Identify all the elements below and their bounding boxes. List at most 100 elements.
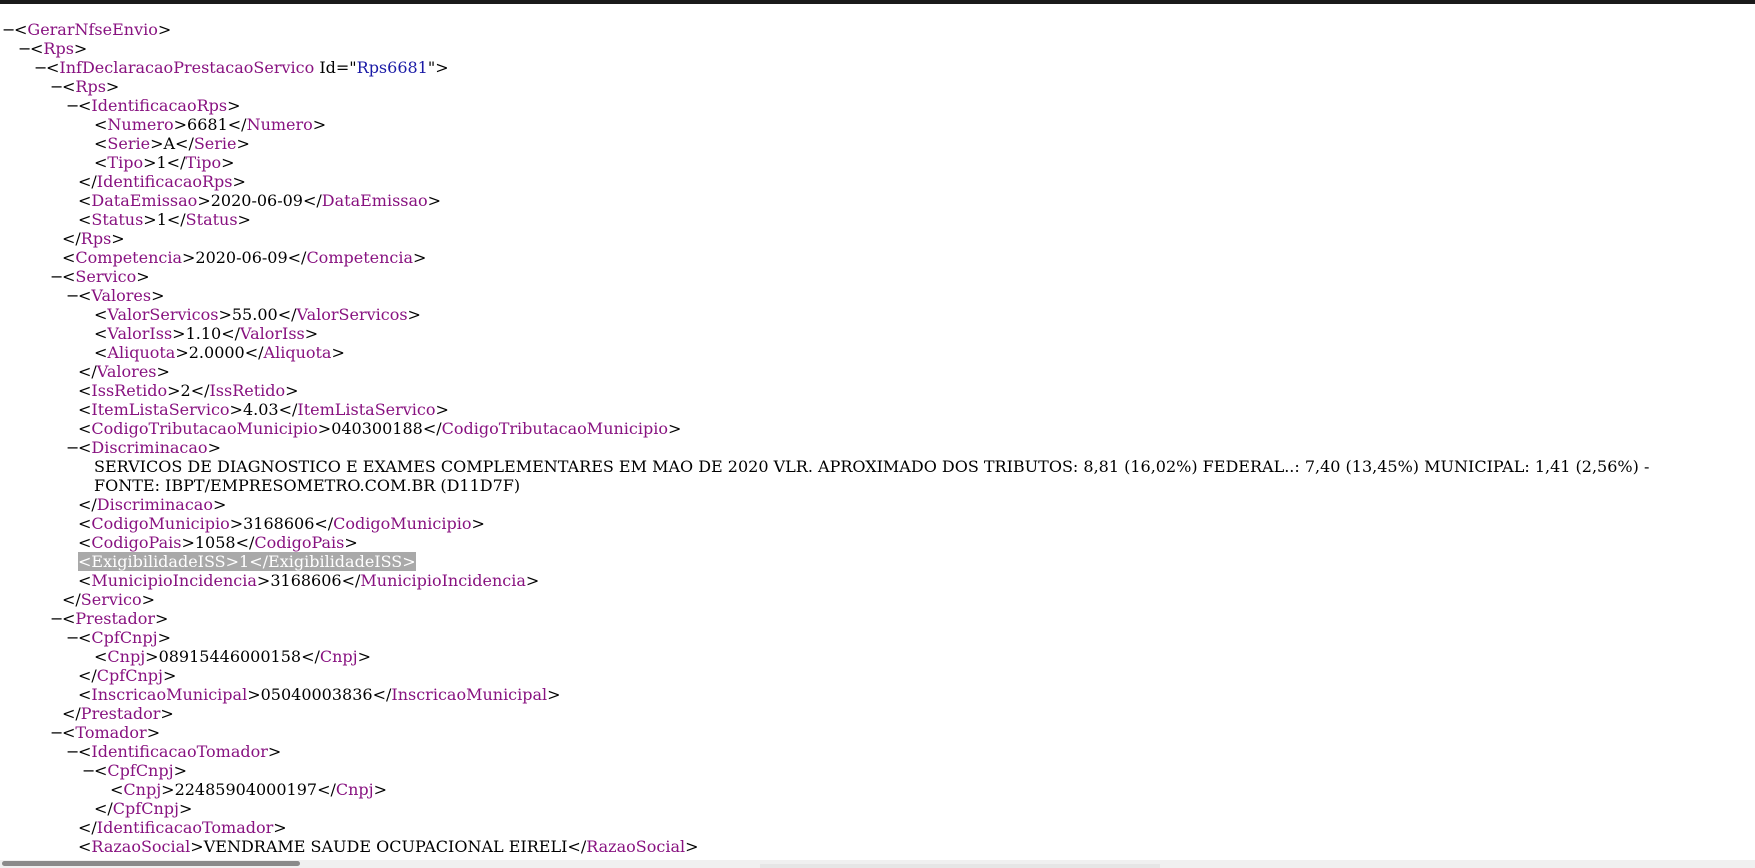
collapse-toggle-icon[interactable]: − — [50, 267, 63, 286]
tag-punctuation: > — [155, 609, 169, 628]
xml-content: <CodigoMunicipio>3168606</CodigoMunicipi… — [78, 514, 485, 533]
collapse-toggle-icon[interactable]: − — [34, 58, 47, 77]
xml-line: </IdentificacaoRps> — [0, 172, 1740, 191]
xml-content: <Valores> — [78, 286, 165, 305]
tag-name: IdentificacaoRps — [96, 172, 233, 191]
xml-line: − <Rps> — [0, 77, 1740, 96]
collapse-toggle-icon[interactable]: − — [50, 609, 63, 628]
xml-line: <CodigoTributacaoMunicipio>040300188</Co… — [0, 419, 1740, 438]
xml-line: − <Tomador> — [0, 723, 1740, 742]
collapse-toggle-icon[interactable]: − — [66, 286, 79, 305]
tag-name: Serie — [193, 134, 237, 153]
tag-punctuation: < — [78, 210, 92, 229]
horizontal-scrollbar-thumb[interactable] — [2, 861, 300, 866]
tag-name: InscricaoMunicipal — [391, 685, 548, 704]
xml-content: <Status>1</Status> — [78, 210, 251, 229]
collapse-toggle-icon[interactable]: − — [82, 761, 95, 780]
tag-punctuation: > — [181, 533, 195, 552]
tag-name: ValorIss — [240, 324, 305, 343]
xml-content: </Rps> — [62, 229, 125, 248]
xml-line: − <Valores> — [0, 286, 1740, 305]
tag-punctuation: > — [157, 20, 172, 39]
tag-name: Competencia — [75, 248, 182, 267]
tag-punctuation: > — [344, 533, 358, 552]
tag-punctuation: > — [162, 666, 177, 685]
xml-content: <RazaoSocial>VENDRAME SAUDE OCUPACIONAL … — [78, 837, 699, 856]
tag-name: IssRetido — [209, 381, 286, 400]
xml-content: </IdentificacaoRps> — [78, 172, 246, 191]
tag-punctuation: > — [304, 324, 319, 343]
tag-punctuation: > — [229, 514, 244, 533]
xml-line: </IdentificacaoTomador> — [0, 818, 1740, 837]
tag-name: ExigibilidadeISS — [268, 552, 403, 571]
xml-content: </CpfCnpj> — [78, 666, 176, 685]
xml-content: <Tipo>1</Tipo> — [94, 153, 235, 172]
tag-punctuation: </ — [341, 571, 361, 590]
tag-name: CpfCnpj — [112, 799, 179, 818]
tag-punctuation: > — [151, 286, 165, 305]
tag-name: CodigoPais — [91, 533, 182, 552]
element-text: 1 — [239, 552, 250, 571]
collapse-toggle-icon[interactable]: − — [2, 20, 15, 39]
collapse-toggle-icon[interactable]: − — [18, 39, 31, 58]
tag-punctuation: > — [105, 77, 120, 96]
tag-punctuation: > — [145, 647, 159, 666]
xml-line: </Prestador> — [0, 704, 1740, 723]
element-text: 2020-06-09 — [195, 248, 288, 267]
xml-content: <Rps> — [62, 77, 119, 96]
tag-punctuation: </ — [567, 837, 587, 856]
tag-punctuation: < — [62, 723, 76, 742]
tag-punctuation: > — [236, 134, 250, 153]
tag-punctuation: </ — [249, 552, 269, 571]
xml-content: <InfDeclaracaoPrestacaoServico Id="Rps66… — [46, 58, 449, 77]
xml-line: </Servico> — [0, 590, 1740, 609]
xml-line: − <IdentificacaoRps> — [0, 96, 1740, 115]
tag-name: Numero — [246, 115, 313, 134]
element-text: 1 — [156, 210, 167, 229]
tag-punctuation: </ — [62, 590, 81, 609]
tag-punctuation: > — [207, 438, 221, 457]
horizontal-scrollbar[interactable] — [0, 860, 1755, 868]
collapse-toggle-icon[interactable]: − — [66, 628, 79, 647]
tag-name: GerarNfseEnvio — [27, 20, 158, 39]
xml-content: </Discriminacao> — [78, 495, 226, 514]
tag-punctuation: > — [175, 343, 189, 362]
tag-punctuation: > — [331, 343, 345, 362]
xml-content: <GerarNfseEnvio> — [14, 20, 171, 39]
tag-punctuation: < — [62, 248, 76, 267]
collapse-toggle-icon[interactable]: − — [50, 77, 63, 96]
tag-punctuation: </ — [287, 248, 307, 267]
xml-line: <Status>1</Status> — [0, 210, 1740, 229]
collapse-toggle-icon[interactable]: − — [66, 742, 79, 761]
xml-line: <Cnpj>08915446000158</Cnpj> — [0, 647, 1740, 666]
xml-line: − <IdentificacaoTomador> — [0, 742, 1740, 761]
tag-name: CodigoPais — [254, 533, 345, 552]
tag-punctuation: > — [413, 248, 427, 267]
xml-line: <Aliquota>2.0000</Aliquota> — [0, 343, 1740, 362]
xml-content: <Numero>6681</Numero> — [94, 115, 326, 134]
xml-content: </CpfCnpj> — [94, 799, 192, 818]
xml-tree-view: − <GerarNfseEnvio> − <Rps> − <InfDeclaracaoPr… — [0, 20, 1740, 856]
tag-name: Tipo — [185, 153, 222, 172]
tag-name: RazaoSocial — [91, 837, 191, 856]
xml-line: <ItemListaServico>4.03</ItemListaServico… — [0, 400, 1740, 419]
collapse-toggle-icon[interactable]: − — [50, 723, 63, 742]
xml-content: <ValorServicos>55.00</ValorServicos> — [94, 305, 421, 324]
tag-punctuation: < — [30, 39, 44, 58]
xml-content: <Aliquota>2.0000</Aliquota> — [94, 343, 345, 362]
collapse-toggle-icon[interactable]: − — [66, 96, 79, 115]
xml-content: <Servico> — [62, 267, 150, 286]
tag-name: ValorIss — [107, 324, 173, 343]
collapse-toggle-icon[interactable]: − — [66, 438, 79, 457]
xml-content: <ItemListaServico>4.03</ItemListaServico… — [78, 400, 449, 419]
xml-line: <ValorIss>1.10</ValorIss> — [0, 324, 1740, 343]
tag-punctuation: </ — [62, 704, 81, 723]
tag-punctuation: > — [267, 742, 282, 761]
xml-line: <Tipo>1</Tipo> — [0, 153, 1740, 172]
tag-name: IdentificacaoRps — [91, 96, 228, 115]
tag-name: ExigibilidadeISS — [91, 552, 226, 571]
element-text: 22485904000197 — [174, 780, 318, 799]
tag-punctuation: </ — [227, 115, 247, 134]
tag-punctuation: > — [273, 818, 287, 837]
tag-name: Prestador — [75, 609, 155, 628]
